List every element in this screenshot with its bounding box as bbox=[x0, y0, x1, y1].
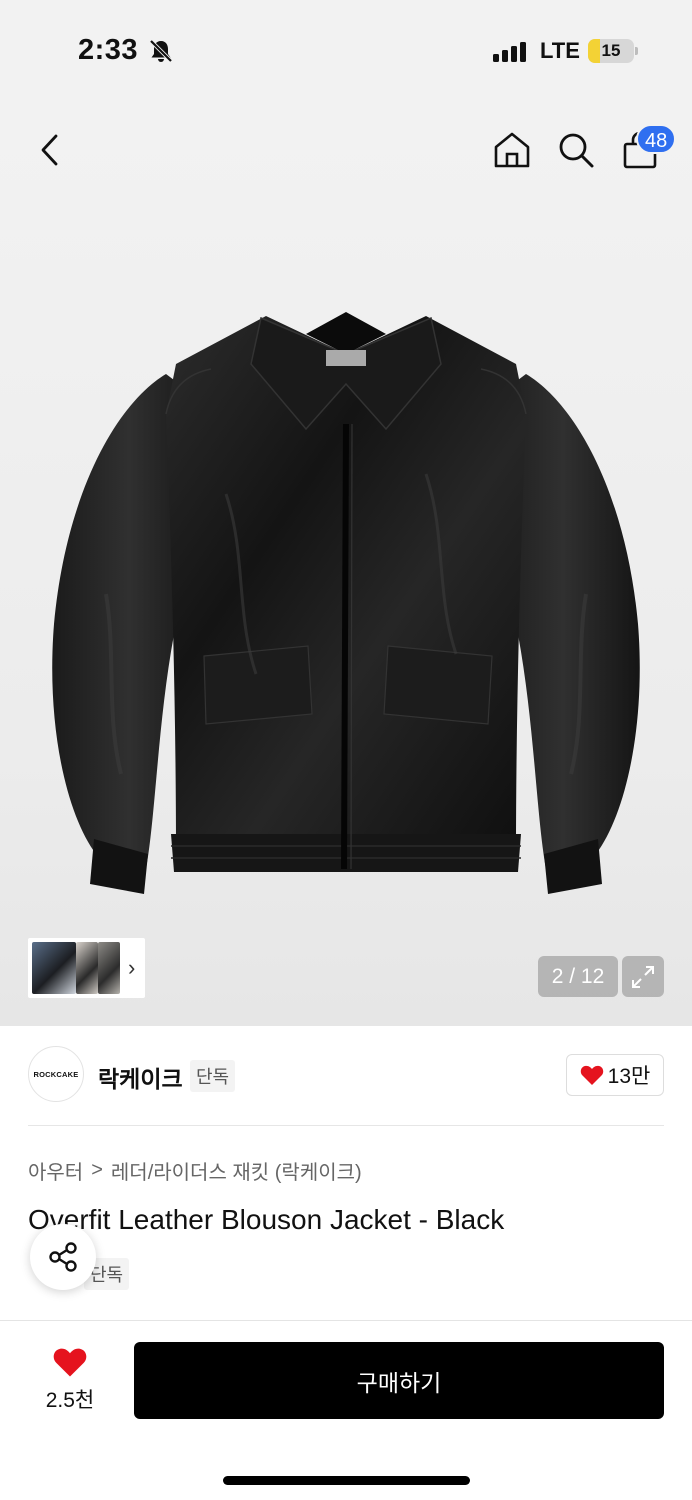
brand-row[interactable]: ROCKCAKE 락케이크 단독 13만 bbox=[28, 1046, 664, 1104]
home-button[interactable] bbox=[490, 128, 534, 172]
search-icon bbox=[559, 133, 594, 168]
status-time: 2:33 bbox=[78, 34, 139, 66]
search-button[interactable] bbox=[554, 128, 598, 172]
divider bbox=[28, 1125, 664, 1126]
heart-icon bbox=[53, 1348, 87, 1377]
thumbnail-image[interactable] bbox=[76, 942, 98, 994]
image-pager: 2 / 12 bbox=[538, 956, 618, 997]
back-icon bbox=[41, 134, 58, 166]
network-type: LTE bbox=[540, 38, 580, 63]
exclusive-tag: 단독 bbox=[190, 1060, 236, 1092]
cart-count-badge: 48 bbox=[636, 124, 677, 154]
share-button[interactable] bbox=[30, 1224, 96, 1290]
breadcrumb-subcategory[interactable]: 레더/라이더스 재킷 (락케이크) bbox=[111, 1156, 362, 1185]
breadcrumb-separator: > bbox=[91, 1159, 103, 1181]
bell-off-icon bbox=[148, 38, 174, 69]
battery-nub bbox=[635, 47, 638, 55]
product-title: Overfit Leather Blouson Jacket - Black bbox=[28, 1204, 505, 1235]
breadcrumb: 아우터 > 레더/라이더스 재킷 (락케이크) bbox=[28, 1156, 362, 1185]
back-button[interactable] bbox=[30, 128, 70, 172]
brand-like-button[interactable]: 13만 bbox=[566, 1054, 664, 1096]
buy-button[interactable]: 구매하기 bbox=[134, 1342, 664, 1419]
share-icon bbox=[49, 1242, 77, 1272]
thumbnail-image[interactable] bbox=[98, 942, 120, 994]
chevron-right-icon[interactable]: › bbox=[128, 955, 135, 981]
breadcrumb-category[interactable]: 아우터 bbox=[28, 1156, 83, 1185]
home-indicator[interactable] bbox=[223, 1476, 470, 1485]
wishlist-count: 2.5천 bbox=[45, 1389, 95, 1412]
brand-logo[interactable]: ROCKCAKE bbox=[28, 1046, 84, 1102]
brand-like-count: 13만 bbox=[607, 1065, 651, 1088]
brand-name[interactable]: 락케이크 bbox=[98, 1060, 183, 1094]
battery-percent: 15 bbox=[601, 41, 621, 60]
battery-icon: 15 bbox=[588, 39, 634, 63]
signal-icon bbox=[493, 42, 526, 62]
thumbnail-image[interactable] bbox=[32, 942, 76, 994]
thumbnail-strip[interactable]: › bbox=[28, 938, 145, 998]
expand-button[interactable] bbox=[622, 956, 664, 997]
expand-icon bbox=[632, 965, 654, 988]
home-icon bbox=[494, 132, 530, 168]
heart-icon bbox=[580, 1065, 603, 1085]
wishlist-button[interactable]: 2.5천 bbox=[34, 1346, 106, 1414]
jacket-image bbox=[52, 312, 640, 894]
